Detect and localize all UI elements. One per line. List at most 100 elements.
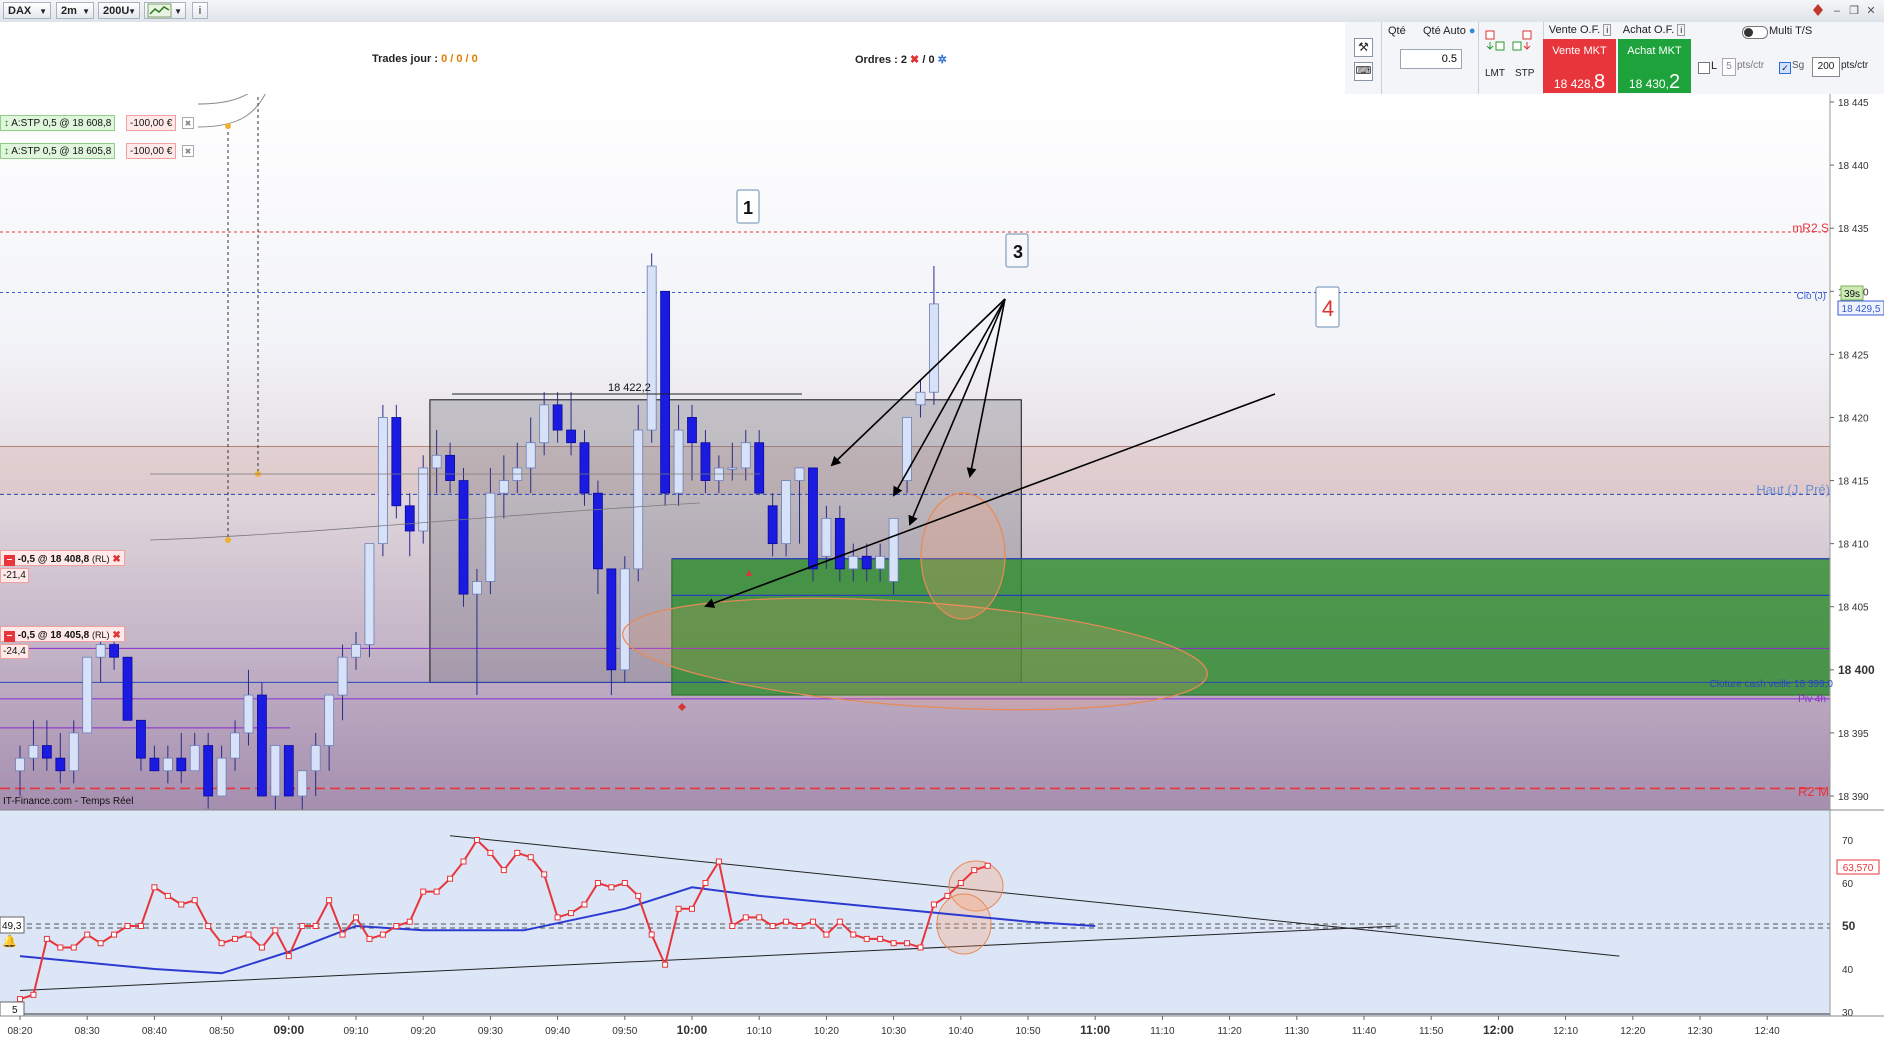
chart-header: Trades jour : 0 / 0 / 0 Ordres : 2 ✖ / 0…	[0, 22, 1345, 95]
qty-label: Qté	[1388, 25, 1406, 37]
trades-values: 0 / 0 / 0	[441, 53, 478, 65]
order-amount: -100,00 €	[126, 143, 177, 159]
candle-body	[431, 454, 442, 469]
order-text: A:STP 0,5 @ 18 605,8	[11, 146, 112, 157]
osc-rsi-point	[783, 918, 790, 925]
position-tag[interactable]: – -0,5 @ 18 405,8 (RL) ✖	[0, 626, 125, 642]
candle-body	[485, 492, 496, 582]
stp-order-icon[interactable]	[1512, 30, 1534, 55]
highlight-ellipse	[920, 492, 1006, 620]
close-icon[interactable]: ✕	[1863, 3, 1879, 19]
timeframe-dropdown[interactable]: 2m ▼	[56, 2, 94, 19]
osc-rsi-point	[554, 914, 561, 921]
position-text: -0,5 @ 18 405,8	[17, 630, 90, 641]
osc-rsi-point	[30, 991, 37, 998]
osc-rsi-point	[473, 837, 480, 843]
candle-body	[68, 732, 79, 772]
units-dropdown[interactable]: 200U ▼	[98, 2, 140, 19]
candle-body	[391, 417, 402, 507]
price-tick-label: 18 405	[1838, 603, 1869, 614]
level-label-r2m: R2 M	[1798, 784, 1829, 799]
osc-rsi-point	[635, 892, 642, 899]
instrument-dropdown[interactable]: DAX ▼	[3, 2, 51, 19]
orders-settings-icon[interactable]: ✲	[938, 54, 947, 66]
osc-rsi-point	[420, 888, 427, 895]
position-pnl: -24,4	[0, 644, 29, 659]
candle-body	[606, 568, 617, 671]
buy-of-button[interactable]: Achat O.F. i	[1617, 22, 1691, 38]
price-chart[interactable]: 18 422,2 1 3 4 18 44518 44018 43518 4301…	[0, 94, 1884, 1049]
minus-icon: –	[4, 631, 15, 642]
sell-price-prefix: 18 428,	[1553, 77, 1594, 91]
keyboard-icon[interactable]: ⌨	[1354, 62, 1373, 81]
stop-order-tag[interactable]: ↕ A:STP 0,5 @ 18 605,8	[0, 143, 116, 159]
candle-body	[767, 505, 778, 545]
close-position-icon[interactable]: ✖	[112, 554, 120, 565]
info-button[interactable]: i	[192, 2, 208, 19]
restore-icon[interactable]: ❐	[1846, 3, 1862, 19]
cancel-orders-icon[interactable]: ✖	[910, 54, 919, 66]
candle-body	[929, 303, 939, 393]
buy-market-button[interactable]: Achat MKT 18 430,2	[1618, 39, 1691, 93]
osc-rsi-point	[877, 935, 884, 942]
info-icon: i	[1603, 24, 1612, 36]
osc-rsi-point	[796, 923, 803, 929]
time-tick-label: 10:50	[1015, 1026, 1040, 1037]
sg-input[interactable]: 200	[1812, 57, 1840, 77]
sell-of-button[interactable]: Vente O.F. i	[1543, 22, 1617, 38]
osc-rsi-point	[823, 931, 830, 938]
osc-axis-background	[1830, 811, 1884, 1017]
alert-bell-icon[interactable]: 🔔	[2, 934, 17, 948]
osc-rsi-point	[648, 931, 655, 938]
qty-input[interactable]	[1400, 49, 1462, 69]
cancel-order-icon[interactable]: ✖	[182, 145, 194, 157]
candle-body	[297, 770, 308, 797]
sell-market-button[interactable]: Vente MKT 18 428,8	[1543, 39, 1616, 93]
cancel-order-icon[interactable]: ✖	[182, 117, 194, 129]
osc-rsi-point	[205, 923, 212, 929]
candle-body	[41, 745, 52, 759]
qty-auto-toggle[interactable]: Qté Auto ●	[1423, 25, 1476, 37]
osc-rsi-point	[218, 940, 225, 947]
candle-body	[888, 517, 899, 582]
time-tick-label: 11:40	[1352, 1026, 1377, 1037]
candle-body	[377, 417, 388, 545]
close-position-icon[interactable]: ✖	[112, 630, 120, 641]
osc-rsi-point	[702, 880, 709, 886]
osc-rsi-point	[447, 875, 454, 882]
app-logo-icon	[1810, 3, 1826, 19]
osc-rsi-point	[84, 931, 91, 938]
position-tag[interactable]: – -0,5 @ 18 408,8 (RL) ✖	[0, 550, 125, 566]
sg-checkbox[interactable]: ✓	[1779, 62, 1791, 74]
time-tick-label: 11:30	[1285, 1026, 1310, 1037]
minimize-icon[interactable]: –	[1829, 3, 1845, 19]
chevron-down-icon: ▼	[128, 7, 136, 16]
info-icon: i	[1677, 24, 1686, 36]
price-tick-label: 18 425	[1838, 350, 1869, 361]
multi-ts-toggle[interactable]	[1742, 26, 1768, 39]
minus-icon: –	[4, 555, 15, 566]
l-checkbox[interactable]	[1698, 62, 1710, 74]
oscillator-fill	[0, 810, 1830, 1016]
sell-price: 18 428,8	[1543, 71, 1616, 94]
osc-rsi-point	[930, 901, 937, 908]
osc-rsi-point	[57, 944, 64, 951]
lmt-order-icon[interactable]	[1485, 30, 1507, 55]
wrench-icon[interactable]: ⚒	[1354, 38, 1373, 57]
price-axis-background	[1830, 94, 1884, 810]
osc-rsi-point	[17, 996, 23, 1003]
osc-rsi-point	[608, 884, 615, 891]
stp-label: STP	[1515, 68, 1535, 79]
stop-order-tag[interactable]: ↕ A:STP 0,5 @ 18 608,8	[0, 115, 116, 131]
orders-separator: / 0	[922, 54, 935, 66]
osc-rsi-point	[971, 867, 978, 874]
candle-body	[216, 757, 227, 797]
sell-market-label: Vente MKT	[1552, 45, 1607, 57]
osc-tick-label: 40	[1842, 965, 1854, 976]
candle-body	[189, 745, 200, 772]
candle-body	[848, 555, 859, 570]
osc-rsi-point	[70, 944, 77, 951]
chart-style-dropdown[interactable]: ▼	[144, 2, 186, 19]
pts-input[interactable]: 5	[1722, 58, 1736, 76]
osc-rsi-point	[769, 923, 776, 929]
